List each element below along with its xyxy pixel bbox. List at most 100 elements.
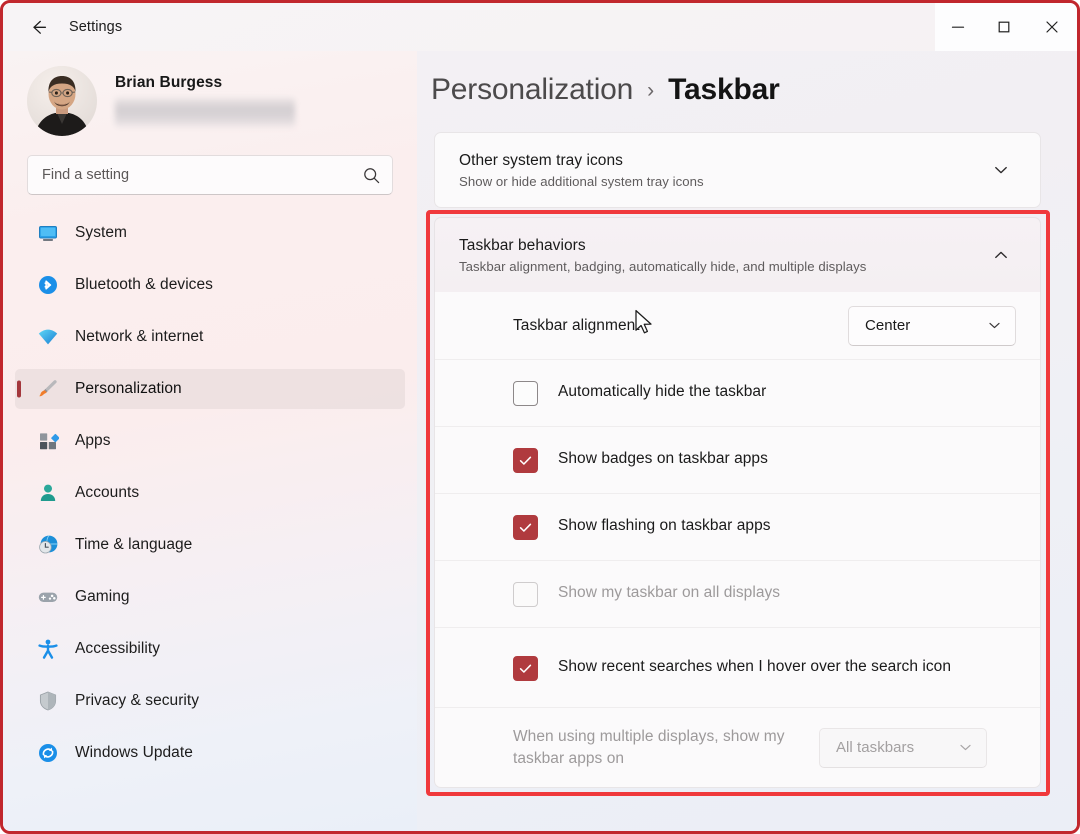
checkmark-icon bbox=[519, 664, 532, 673]
avatar-photo-icon bbox=[27, 66, 97, 136]
sidebar-item-gaming[interactable]: Gaming bbox=[15, 577, 405, 617]
window-controls bbox=[935, 3, 1077, 51]
apps-icon bbox=[37, 430, 59, 452]
wifi-icon bbox=[37, 326, 59, 348]
sidebar-item-label: Personalization bbox=[75, 380, 182, 397]
sidebar-item-privacy-security[interactable]: Privacy & security bbox=[15, 681, 405, 721]
magnifier-icon bbox=[363, 167, 379, 183]
checkbox-label: Show badges on taskbar apps bbox=[558, 450, 768, 467]
sidebar-item-bluetooth-devices[interactable]: Bluetooth & devices bbox=[15, 265, 405, 305]
settings-cards: Other system tray icons Show or hide add… bbox=[417, 107, 1077, 796]
sidebar-item-accounts[interactable]: Accounts bbox=[15, 473, 405, 513]
checkbox-label: Show recent searches when I hover over t… bbox=[558, 657, 951, 675]
row-show-recent-searches[interactable]: Show recent searches when I hover over t… bbox=[435, 627, 1040, 707]
card-title: Taskbar behaviors bbox=[459, 236, 586, 254]
sidebar-item-windows-update[interactable]: Windows Update bbox=[15, 733, 405, 773]
search-input[interactable] bbox=[28, 167, 392, 183]
sidebar-item-label: Accounts bbox=[75, 484, 140, 501]
settings-window: Settings Brian Burgess Find a setting Sy… bbox=[3, 3, 1077, 831]
checkbox-show-recent-searches[interactable] bbox=[513, 655, 538, 681]
taskbar-behaviors-panel: Taskbar alignment Center Automatically h… bbox=[434, 292, 1041, 788]
account-block[interactable]: Brian Burgess bbox=[3, 51, 417, 136]
card-row[interactable]: Taskbar behaviors Taskbar alignment, bad… bbox=[435, 218, 1040, 292]
close-button[interactable] bbox=[1027, 3, 1077, 51]
row-label: When using multiple displays, show my ta… bbox=[513, 727, 785, 767]
breadcrumb: Personalization › Taskbar bbox=[417, 51, 1077, 107]
sidebar-item-system[interactable]: System bbox=[15, 213, 405, 253]
bluetooth-icon bbox=[37, 274, 59, 296]
shield-icon bbox=[37, 690, 59, 712]
taskbar-alignment-dropdown[interactable]: Center bbox=[848, 305, 1016, 346]
account-name: Brian Burgess bbox=[115, 74, 223, 91]
card-subtitle: Taskbar alignment, badging, automaticall… bbox=[459, 258, 867, 274]
sidebar-item-label: Accessibility bbox=[75, 640, 161, 657]
checkbox-label: Show flashing on taskbar apps bbox=[558, 517, 771, 534]
checkbox-show-taskbar-all-displays bbox=[513, 582, 538, 607]
breadcrumb-separator-icon: › bbox=[647, 79, 655, 102]
sidebar: Brian Burgess Find a setting System Blue… bbox=[3, 51, 417, 831]
sidebar-item-label: Bluetooth & devices bbox=[75, 276, 213, 293]
row-multiple-displays-taskbar-apps: When using multiple displays, show my ta… bbox=[435, 707, 1040, 787]
clock-globe-icon bbox=[37, 534, 59, 556]
dropdown-value: All taskbars bbox=[836, 739, 915, 756]
screenshot-root: Settings Brian Burgess Find a setting Sy… bbox=[0, 0, 1080, 834]
dropdown-value: Center bbox=[865, 317, 911, 334]
checkbox-wrap: Show recent searches when I hover over t… bbox=[513, 655, 1016, 681]
row-automatically-hide-taskbar[interactable]: Automatically hide the taskbar bbox=[435, 359, 1040, 426]
back-arrow-icon bbox=[33, 20, 47, 34]
maximize-button[interactable] bbox=[981, 3, 1027, 51]
row-show-flashing[interactable]: Show flashing on taskbar apps bbox=[435, 493, 1040, 560]
card-texts: Taskbar behaviors Taskbar alignment, bad… bbox=[459, 237, 984, 274]
checkbox-wrap: Show my taskbar on all displays bbox=[513, 581, 1016, 607]
checkmark-icon bbox=[519, 456, 532, 465]
row-show-badges[interactable]: Show badges on taskbar apps bbox=[435, 426, 1040, 493]
sidebar-item-apps[interactable]: Apps bbox=[15, 421, 405, 461]
card-taskbar-behaviors-wrapper: Taskbar behaviors Taskbar alignment, bad… bbox=[426, 210, 1050, 796]
sidebar-item-network-internet[interactable]: Network & internet bbox=[15, 317, 405, 357]
sidebar-nav: System Bluetooth & devices Network & int… bbox=[3, 195, 417, 773]
window-title: Settings bbox=[69, 19, 123, 35]
main-content: Personalization › Taskbar Other system t… bbox=[417, 51, 1077, 831]
checkbox-wrap: Show flashing on taskbar apps bbox=[513, 514, 1016, 540]
checkbox-label: Automatically hide the taskbar bbox=[558, 383, 767, 400]
page-title: Taskbar bbox=[668, 73, 780, 106]
avatar bbox=[27, 66, 97, 136]
sidebar-item-label: Network & internet bbox=[75, 328, 204, 345]
chevron-down-icon bbox=[995, 166, 1007, 174]
checkbox-show-flashing[interactable] bbox=[513, 515, 538, 540]
sidebar-item-label: Privacy & security bbox=[75, 692, 200, 709]
checkbox-show-badges[interactable] bbox=[513, 448, 538, 473]
checkmark-icon bbox=[519, 523, 532, 532]
minimize-icon bbox=[951, 26, 965, 28]
sidebar-item-label: Time & language bbox=[75, 536, 193, 553]
search-icon[interactable] bbox=[358, 162, 384, 188]
search-box[interactable] bbox=[27, 155, 393, 195]
expand-collapse-button[interactable] bbox=[984, 153, 1018, 187]
sidebar-item-personalization[interactable]: Personalization bbox=[15, 369, 405, 409]
sidebar-item-time-language[interactable]: Time & language bbox=[15, 525, 405, 565]
sidebar-item-accessibility[interactable]: Accessibility bbox=[15, 629, 405, 669]
checkbox-automatically-hide-taskbar[interactable] bbox=[513, 381, 538, 406]
chevron-down-icon bbox=[960, 744, 971, 751]
person-icon bbox=[37, 482, 59, 504]
card-texts: Other system tray icons Show or hide add… bbox=[459, 152, 984, 189]
chevron-down-icon bbox=[989, 322, 1000, 329]
title-bar-left: Settings bbox=[3, 3, 122, 51]
breadcrumb-parent[interactable]: Personalization bbox=[431, 73, 633, 107]
card-subtitle: Show or hide additional system tray icon… bbox=[459, 173, 704, 189]
card-row[interactable]: Other system tray icons Show or hide add… bbox=[435, 133, 1040, 207]
account-text: Brian Burgess bbox=[115, 74, 295, 128]
maximize-icon bbox=[998, 21, 1010, 33]
back-button[interactable] bbox=[21, 11, 55, 43]
sidebar-item-label: Windows Update bbox=[75, 744, 193, 761]
sidebar-item-label: System bbox=[75, 224, 127, 241]
card-other-system-tray-icons[interactable]: Other system tray icons Show or hide add… bbox=[434, 132, 1041, 208]
close-icon bbox=[1046, 21, 1058, 33]
card-title: Other system tray icons bbox=[459, 151, 623, 169]
checkbox-wrap: Automatically hide the taskbar bbox=[513, 380, 1016, 406]
sidebar-item-label: Gaming bbox=[75, 588, 130, 605]
minimize-button[interactable] bbox=[935, 3, 981, 51]
sidebar-item-label: Apps bbox=[75, 432, 111, 449]
card-taskbar-behaviors[interactable]: Taskbar behaviors Taskbar alignment, bad… bbox=[434, 217, 1041, 292]
expand-collapse-button[interactable] bbox=[984, 238, 1018, 272]
